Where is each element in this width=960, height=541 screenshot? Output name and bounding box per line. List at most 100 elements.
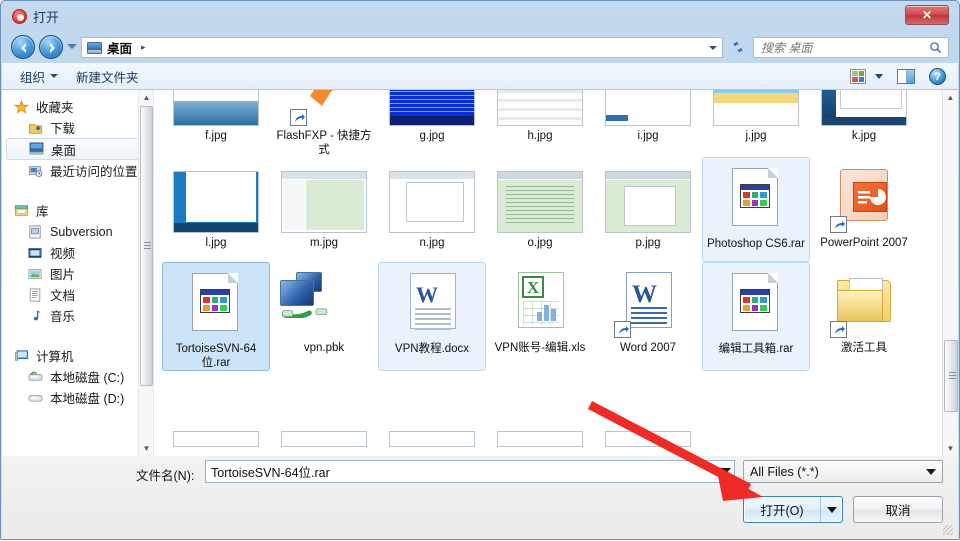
file-item[interactable]: h.jpg: [486, 90, 594, 157]
file-item[interactable]: i.jpg: [594, 90, 702, 157]
sidebar-header-computer[interactable]: 计算机: [2, 345, 153, 366]
forward-arrow-icon[interactable]: [39, 35, 63, 59]
thumbnail: [492, 159, 588, 233]
sidebar-item-desktop[interactable]: 桌面: [6, 138, 149, 160]
file-item[interactable]: [486, 371, 594, 456]
filename-value: TortoiseSVN-64位.rar: [211, 466, 330, 480]
recent-places-icon: [28, 164, 44, 178]
file-item[interactable]: 激活工具: [810, 262, 918, 371]
scroll-up-icon[interactable]: ▲: [943, 90, 958, 105]
search-input[interactable]: 搜索 桌面: [753, 37, 949, 58]
close-icon[interactable]: ✕: [905, 5, 949, 25]
computer-icon: [14, 349, 30, 363]
thumbnail: [816, 264, 912, 338]
scroll-down-icon[interactable]: ▼: [139, 441, 153, 456]
file-item[interactable]: j.jpg: [702, 90, 810, 157]
file-item[interactable]: 编辑工具箱.rar: [702, 262, 810, 371]
file-list-scrollbar[interactable]: ▲ ▼: [942, 90, 958, 456]
organize-label: 组织: [20, 70, 46, 85]
preview-pane-icon[interactable]: [897, 68, 915, 84]
command-bar-right: ?: [850, 67, 958, 85]
sidebar-item-subversion[interactable]: Subversion: [2, 221, 153, 242]
new-folder-button[interactable]: 新建文件夹: [76, 67, 139, 86]
file-item[interactable]: l.jpg: [162, 157, 270, 262]
chevron-down-icon: [708, 45, 717, 50]
chevron-down-icon[interactable]: [721, 468, 731, 474]
thumbnail: [492, 90, 588, 126]
history-dropdown-icon[interactable]: [67, 44, 77, 49]
thumbnail: W: [384, 265, 480, 339]
refresh-icon[interactable]: [727, 37, 749, 58]
sidebar-item-music[interactable]: 音乐: [2, 305, 153, 326]
file-item[interactable]: o.jpg: [486, 157, 594, 262]
sidebar-item-recent-places[interactable]: 最近访问的位置: [2, 160, 153, 181]
sidebar-header-favorites[interactable]: 收藏夹: [2, 96, 153, 117]
file-item[interactable]: n.jpg: [378, 157, 486, 262]
thumbnail: X: [492, 264, 588, 338]
open-button[interactable]: 打开(O): [743, 496, 843, 523]
view-mode-icon[interactable]: [850, 68, 866, 84]
file-item[interactable]: Photoshop CS6.rar: [702, 157, 810, 262]
chevron-down-icon[interactable]: [875, 73, 883, 79]
thumbnail: [816, 159, 912, 233]
open-button-dropdown[interactable]: [820, 497, 842, 522]
file-item[interactable]: p.jpg: [594, 157, 702, 262]
file-name: Photoshop CS6.rar: [707, 238, 805, 250]
file-item[interactable]: [270, 371, 378, 456]
scrollbar-thumb[interactable]: [140, 106, 153, 386]
file-item[interactable]: FlashFXP - 快捷方式: [270, 90, 378, 157]
desktop-icon: [87, 41, 102, 54]
sidebar-item-downloads[interactable]: 下载: [2, 117, 153, 138]
documents-icon: [28, 287, 44, 302]
system-drive-icon: [28, 370, 44, 384]
dialup-connection-icon: [278, 272, 340, 324]
cancel-button[interactable]: 取消: [853, 496, 943, 523]
address-dropdown-button[interactable]: [704, 38, 721, 57]
scroll-down-icon[interactable]: ▼: [943, 441, 958, 456]
thumbnail: W: [600, 264, 696, 338]
organize-button[interactable]: 组织: [20, 67, 59, 86]
file-item[interactable]: W VPN教程.docx: [378, 262, 486, 371]
file-row: f.jpg FlashFXP - 快捷方式 g.jpg h.jpg i.jpg …: [162, 90, 918, 157]
file-item[interactable]: k.jpg: [810, 90, 918, 157]
filename-input[interactable]: TortoiseSVN-64位.rar: [205, 460, 735, 483]
sidebar-scrollbar[interactable]: ▲ ▼: [138, 90, 153, 456]
file-item[interactable]: [594, 371, 702, 456]
sidebar-item-drive-c[interactable]: 本地磁盘 (C:): [2, 366, 153, 387]
sidebar-item-videos[interactable]: 视频: [2, 242, 153, 263]
file-item[interactable]: f.jpg: [162, 90, 270, 157]
file-item[interactable]: m.jpg: [270, 157, 378, 262]
file-list[interactable]: f.jpg FlashFXP - 快捷方式 g.jpg h.jpg i.jpg …: [154, 90, 958, 456]
address-bar[interactable]: 桌面 ▸: [81, 37, 723, 58]
file-item[interactable]: g.jpg: [378, 90, 486, 157]
sidebar-item-documents[interactable]: 文档: [2, 284, 153, 305]
folder-icon: [837, 278, 891, 322]
address-crumb-desktop[interactable]: 桌面: [107, 38, 132, 57]
file-name: j.jpg: [745, 130, 767, 142]
sidebar-item-drive-d[interactable]: 本地磁盘 (D:): [2, 387, 153, 408]
file-type-filter-select[interactable]: All Files (*.*): [743, 460, 943, 483]
file-name: 激活工具: [841, 342, 887, 354]
sidebar-label: 桌面: [51, 143, 77, 158]
scrollbar-thumb[interactable]: [944, 340, 958, 412]
file-item[interactable]: PowerPoint 2007: [810, 157, 918, 262]
shortcut-overlay-icon: [614, 321, 631, 338]
scroll-up-icon[interactable]: ▲: [139, 90, 153, 105]
sidebar-header-libraries[interactable]: 库: [2, 200, 153, 221]
dialog-body: 收藏夹 下载 桌面 最近访问的位置 库 Subversion 视频 图片 文档 …: [2, 90, 958, 456]
back-arrow-icon[interactable]: [11, 35, 35, 59]
sidebar-label: 本地磁盘 (C:): [50, 371, 125, 385]
file-item[interactable]: [162, 371, 270, 456]
file-item[interactable]: vpn.pbk: [270, 262, 378, 371]
music-icon: [28, 309, 44, 323]
file-item[interactable]: X VPN账号-编辑.xls: [486, 262, 594, 371]
resize-grip[interactable]: [943, 525, 953, 535]
file-row: l.jpg m.jpg n.jpg o.jpg p.jpg Photoshop …: [162, 157, 918, 262]
command-bar: 组织 新建文件夹 ?: [2, 63, 958, 90]
file-item-selected[interactable]: TortoiseSVN-64位.rar: [162, 262, 270, 371]
file-item[interactable]: W Word 2007: [594, 262, 702, 371]
file-item[interactable]: [378, 371, 486, 456]
help-icon[interactable]: ?: [929, 67, 946, 85]
sidebar-item-pictures[interactable]: 图片: [2, 263, 153, 284]
drive-icon: [28, 391, 44, 405]
